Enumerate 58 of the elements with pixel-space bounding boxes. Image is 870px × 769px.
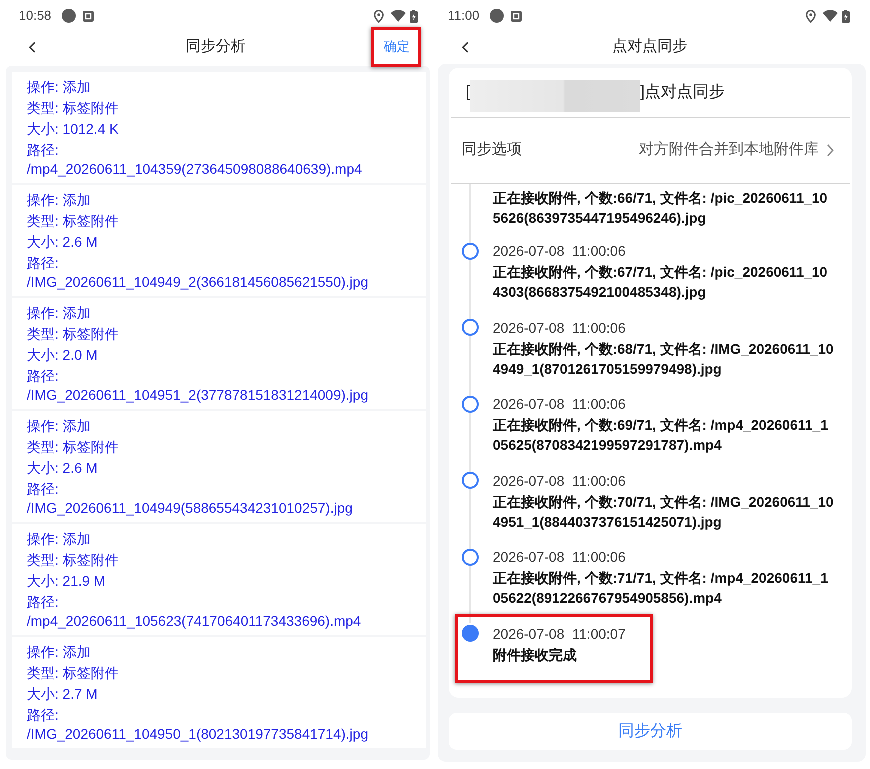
- event-message: 正在接收附件, 个数:69/71, 文件名: /mp4_20260611_105625(8708342199597291787).mp4: [493, 416, 830, 455]
- size-text: 大小: 2.6 M: [27, 459, 99, 478]
- screen-title: 点对点同步: [612, 36, 688, 57]
- operation-text: 操作: 添加: [27, 530, 92, 549]
- operation-text: 操作: 添加: [27, 304, 92, 323]
- event-message: 正在接收附件, 个数:67/71, 文件名: /pic_20260611_104303(8668375492100485348).jpg: [493, 263, 829, 302]
- type-text: 类型: 标签附件: [27, 664, 120, 683]
- size-text: 大小: 2.6 M: [27, 233, 99, 252]
- path-text: 路径: /IMG_20260611_104950_1(802130197735841714).jpg: [27, 706, 370, 744]
- confirm-button[interactable]: 确定: [375, 32, 419, 62]
- operation-text: 操作: 添加: [27, 78, 92, 97]
- type-text: 类型: 标签附件: [27, 212, 120, 231]
- event-time: 2026-07-08 11:00:07: [493, 624, 627, 644]
- path-text: 路径: /IMG_20260611_104949(588655434231010257).jpg: [27, 480, 354, 518]
- type-text: 类型: 标签附件: [27, 438, 120, 457]
- session-title: [: [466, 82, 470, 102]
- option-value[interactable]: 对方附件合并到本地附件库: [639, 139, 819, 162]
- size-text: 大小: 21.9 M: [27, 572, 107, 591]
- type-text: 类型: 标签附件: [27, 325, 120, 344]
- back-icon[interactable]: [29, 42, 36, 52]
- tile-icon: [510, 10, 522, 22]
- operation-text: 操作: 添加: [27, 417, 92, 436]
- path-text: 路径: /IMG_20260611_104951_2(377878151831214009).jpg: [27, 367, 370, 405]
- event-message: 附件接收完成: [493, 646, 578, 664]
- tile-icon: [82, 10, 94, 22]
- event-message: 正在接收附件, 个数:66/71, 文件名: /pic_20260611_105626(8639735447195496246).jpg: [493, 189, 829, 228]
- event-time: 2026-07-08 11:00:06: [493, 395, 627, 414]
- option-label: 同步选项: [462, 140, 522, 160]
- event-message: 正在接收附件, 个数:70/71, 文件名: /IMG_20260611_104951_1(8844037376151425071).jpg: [493, 492, 835, 532]
- event-time: 2026-07-08 11:00:06: [493, 242, 627, 261]
- event-message: 正在接收附件, 个数:71/71, 文件名: /mp4_20260611_105622(8912266767954905856).mp4: [493, 569, 830, 608]
- path-text: 路径: /IMG_20260611_104949_2(366181456085621550).jpg: [27, 254, 370, 292]
- wifi-icon: [823, 10, 838, 22]
- back-icon[interactable]: [462, 42, 469, 52]
- size-text: 大小: 2.0 M: [27, 346, 99, 365]
- size-text: 大小: 1012.4 K: [27, 120, 120, 139]
- session-title: ]点对点同步: [640, 82, 725, 102]
- battery-icon: [842, 10, 850, 22]
- size-text: 大小: 2.7 M: [27, 685, 99, 704]
- status-time: 11:00: [448, 8, 480, 24]
- operation-text: 操作: 添加: [27, 191, 92, 210]
- battery-icon: [410, 10, 418, 22]
- type-text: 类型: 标签附件: [27, 99, 120, 118]
- path-text: 路径: /mp4_20260611_104359(273645098088640639).mp4: [27, 141, 364, 179]
- screen-title: 同步分析: [185, 36, 247, 57]
- event-time: 2026-07-08 11:00:06: [493, 472, 627, 490]
- location-icon: [806, 10, 816, 22]
- wifi-icon: [391, 10, 406, 22]
- event-time: 2026-07-08 11:00:06: [493, 548, 627, 567]
- operation-text: 操作: 添加: [27, 643, 92, 662]
- path-text: 路径: /mp4_20260611_105623(741706401173433696).mp4: [27, 593, 362, 631]
- location-icon: [374, 10, 384, 22]
- event-time: 2026-07-08 11:00:06: [493, 318, 627, 338]
- analyze-button[interactable]: 同步分析: [449, 713, 852, 750]
- type-text: 类型: 标签附件: [27, 551, 120, 570]
- chevron-right-icon: [827, 144, 834, 157]
- event-message: 正在接收附件, 个数:68/71, 文件名: /IMG_20260611_104949_1(8701261705159979498).jpg: [493, 340, 835, 378]
- status-time: 10:58: [19, 8, 52, 24]
